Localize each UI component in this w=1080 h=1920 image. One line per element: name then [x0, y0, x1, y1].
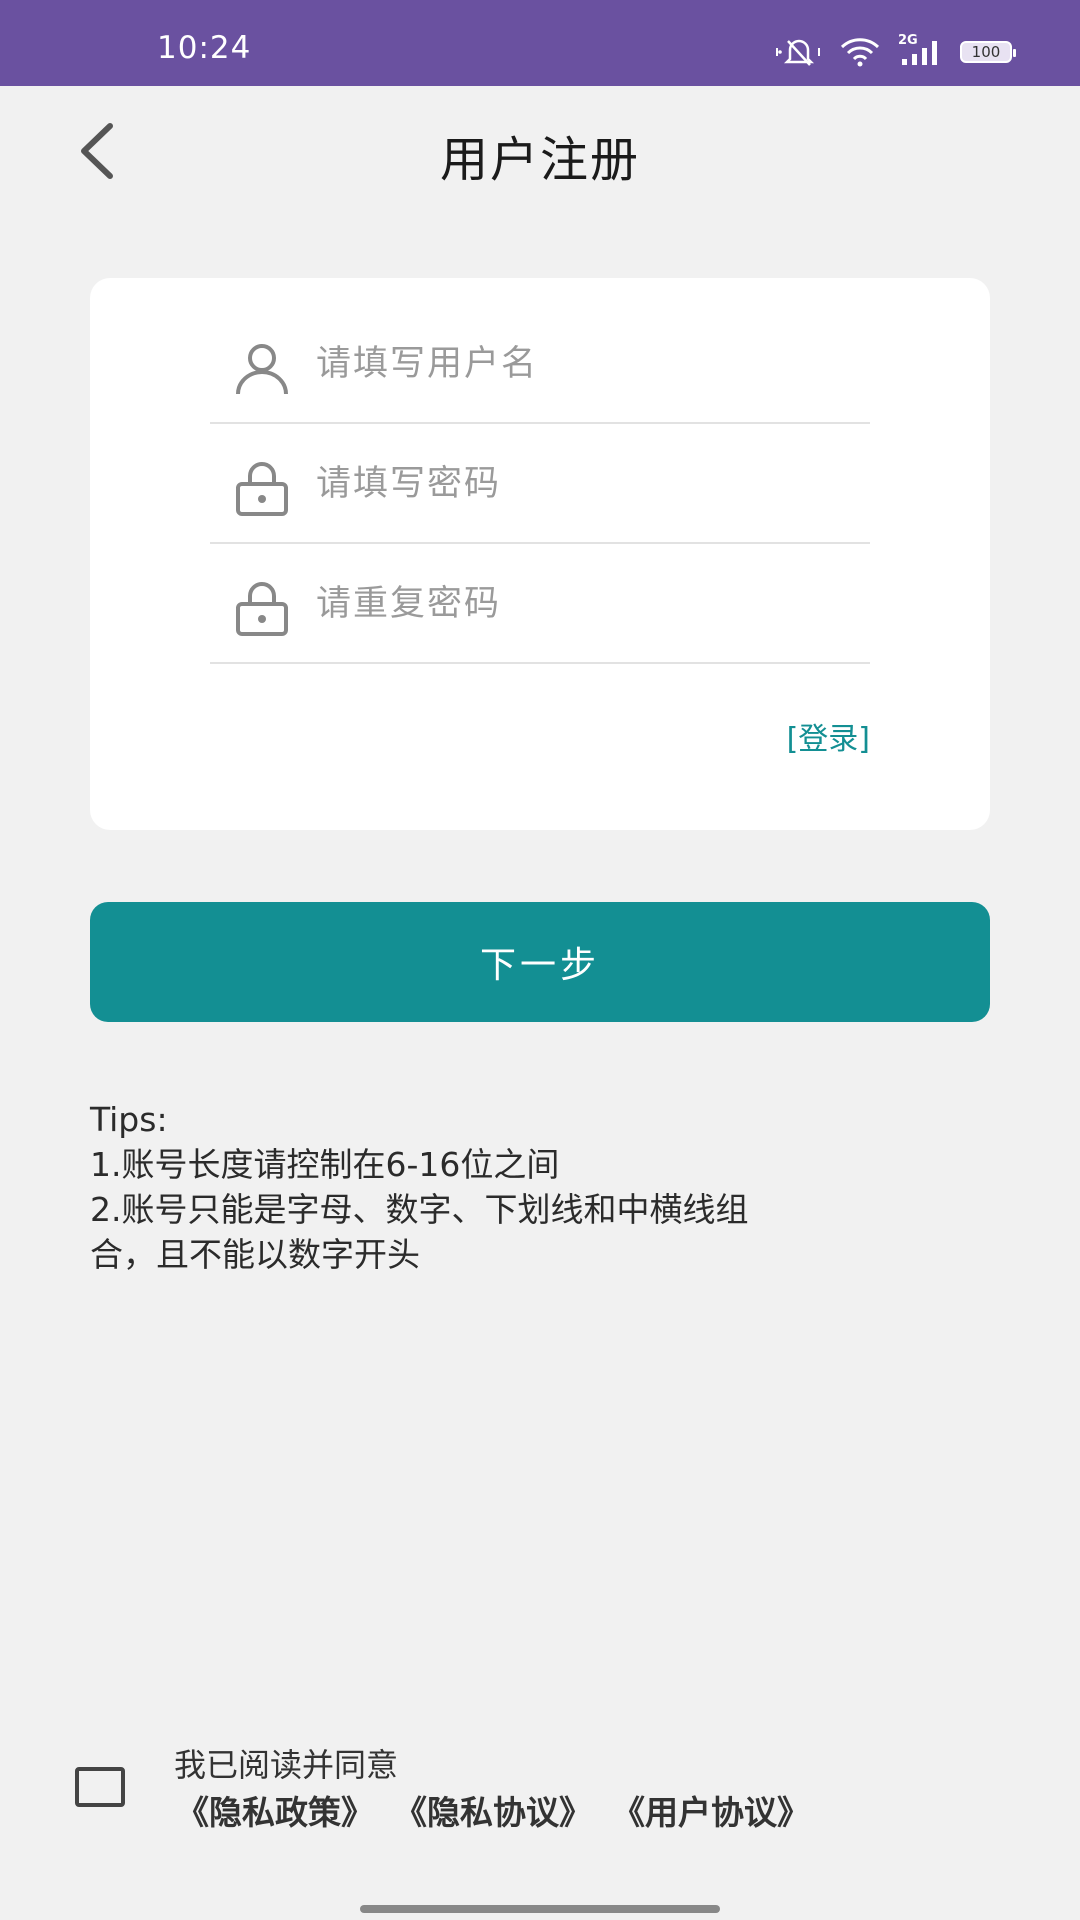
- agreement-links: 《隐私政策》 《隐私协议》 《用户协议》: [176, 1786, 810, 1834]
- home-indicator[interactable]: [360, 1905, 720, 1913]
- header: 用户注册: [0, 86, 1080, 216]
- mute-icon: [776, 39, 820, 66]
- register-form-card: [登录]: [90, 278, 990, 830]
- login-link[interactable]: [登录]: [787, 714, 870, 758]
- tips-section: Tips: 1.账号长度请控制在6-16位之间 2.账号只能是字母、数字、下划线…: [90, 1097, 960, 1277]
- username-input[interactable]: [316, 334, 856, 394]
- tips-line-3: 合，且不能以数字开头: [90, 1235, 420, 1274]
- username-field: [210, 306, 870, 424]
- next-step-button[interactable]: 下一步: [90, 902, 990, 1022]
- tips-line-1: 1.账号长度请控制在6-16位之间: [90, 1145, 560, 1184]
- status-icons: 2G 100: [776, 33, 1016, 68]
- status-bar: 10:24 2G 100: [0, 0, 1080, 86]
- lock-icon: [236, 582, 288, 636]
- battery-level: 100: [971, 43, 1001, 61]
- agreement-section: 我已阅读并同意 《隐私政策》 《隐私协议》 《用户协议》: [0, 1740, 1080, 1850]
- agree-checkbox[interactable]: [75, 1767, 125, 1807]
- privacy-policy-link[interactable]: 《隐私政策》: [176, 1786, 374, 1834]
- status-time: 10:24: [157, 30, 252, 66]
- lock-icon: [236, 462, 288, 516]
- signal-icon: 2G: [898, 33, 942, 67]
- tips-title: Tips:: [90, 1100, 168, 1139]
- battery-icon: 100: [960, 41, 1016, 63]
- wifi-icon: [840, 38, 880, 67]
- password-input[interactable]: [316, 454, 856, 514]
- agree-text: 我已阅读并同意: [174, 1746, 399, 1784]
- privacy-agreement-link[interactable]: 《隐私协议》: [394, 1786, 592, 1834]
- repeat-password-input[interactable]: [316, 574, 856, 634]
- user-icon: [236, 344, 288, 395]
- battery-cap: [1013, 49, 1016, 57]
- page-title: 用户注册: [439, 132, 640, 188]
- tips-line-2: 2.账号只能是字母、数字、下划线和中横线组: [90, 1190, 749, 1229]
- password-field: [210, 426, 870, 544]
- user-agreement-link[interactable]: 《用户协议》: [612, 1786, 810, 1834]
- repeat-password-field: [210, 546, 870, 664]
